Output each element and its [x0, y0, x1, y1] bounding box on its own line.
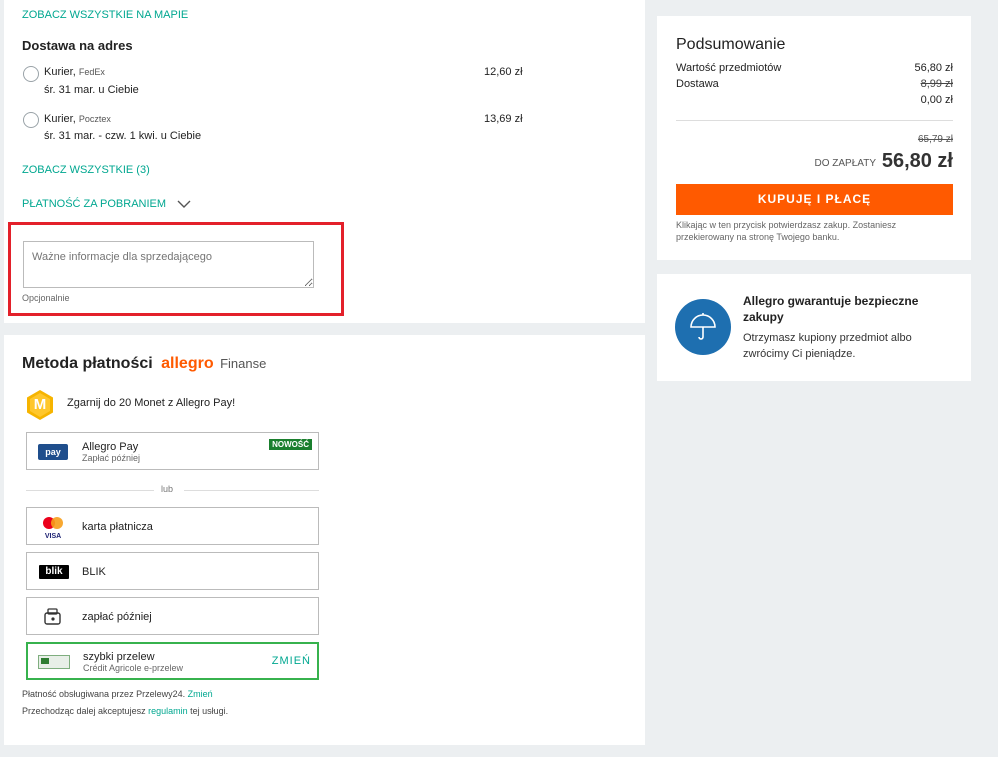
payment-option-card[interactable]: VISA karta płatnicza	[26, 507, 319, 545]
payment-footer-line1: Płatność obsługiwana przez Przelewy24. Z…	[22, 689, 213, 699]
delivery-date: śr. 31 mar. - czw. 1 kwi. u Ciebie	[44, 130, 202, 142]
blik-icon: blik	[39, 565, 69, 579]
disclaimer-line2: przekierowany na stronę Twojego banku.	[676, 232, 840, 242]
divider-line-left	[26, 490, 154, 491]
card-label: karta płatnicza	[82, 521, 153, 533]
chevron-down-icon	[177, 200, 191, 208]
payment-panel: Metoda płatności allegro Finanse M Zgarn…	[4, 335, 645, 745]
guarantee-text-1: Otrzymasz kupiony przedmiot albo	[743, 332, 912, 344]
delivery-option-fedex[interactable]: Kurier, FedEx	[44, 66, 105, 78]
shipping-new-price: 0,00 zł	[920, 94, 953, 106]
payment-footer-line2: Przechodząc dalej akceptujesz regulamin …	[22, 706, 229, 716]
guarantee-panel: Allegro gwarantuje bezpieczne zakupy Otr…	[657, 274, 971, 381]
see-all-on-map-link[interactable]: ZOBACZ WSZYSTKIE NA MAPIE	[22, 9, 188, 21]
allegro-pay-sub: Zapłać później	[82, 453, 141, 463]
visa-text: VISA	[44, 533, 62, 540]
change-provider-link[interactable]: Zmień	[188, 689, 213, 699]
delivery-date: śr. 31 mar. u Ciebie	[44, 84, 139, 96]
or-divider: lub	[161, 484, 174, 494]
delivery-price: 13,69 zł	[484, 113, 523, 125]
guarantee-title-1: Allegro gwarantuje bezpieczne	[743, 294, 919, 308]
coin-icon: M	[24, 389, 56, 421]
see-all-link[interactable]: ZOBACZ WSZYSTKIE (3)	[22, 164, 150, 176]
payment-heading: Metoda płatności	[22, 355, 153, 372]
delivery-method: Kurier,	[44, 113, 76, 125]
delivery-carrier: Pocztex	[78, 114, 111, 124]
allegro-logo: allegro	[161, 355, 214, 372]
items-value: 56,80 zł	[914, 62, 953, 74]
allegro-pay-name: Allegro Pay	[82, 441, 139, 453]
payment-option-allegro-pay[interactable]: pay Allegro Pay Zapłać później NOWOŚĆ	[26, 432, 319, 470]
summary-panel: Podsumowanie Wartość przedmiotów 56,80 z…	[657, 16, 971, 260]
total-old-price: 65,79 zł	[917, 134, 953, 145]
delivery-price: 12,60 zł	[484, 66, 523, 78]
shipping-old-price: 8,99 zł	[920, 78, 953, 90]
summary-title: Podsumowanie	[676, 36, 786, 53]
delivery-method: Kurier,	[44, 66, 76, 78]
delivery-carrier: FedEx	[78, 67, 105, 77]
guarantee-text-2: zwrócimy Ci pieniądze.	[743, 348, 856, 360]
new-badge: NOWOŚĆ	[269, 439, 312, 450]
radio-pocztex[interactable]	[23, 112, 39, 128]
coins-promo-text: Zgarnij do 20 Monet z Allegro Pay!	[67, 397, 236, 409]
payment-option-pay-later[interactable]: zapłać później	[26, 597, 319, 635]
shipping-label: Dostawa	[676, 78, 719, 90]
card-icon: VISA	[39, 516, 67, 540]
umbrella-icon	[675, 299, 731, 355]
guarantee-title-2: zakupy	[743, 310, 784, 324]
bank-transfer-icon	[38, 655, 70, 669]
terms-link[interactable]: regulamin	[148, 706, 188, 716]
allegro-pay-icon: pay	[38, 444, 68, 460]
change-link[interactable]: ZMIEŃ	[272, 655, 311, 667]
radio-fedex[interactable]	[23, 66, 39, 82]
wallet-icon	[43, 607, 71, 627]
payment-header: Metoda płatności allegro Finanse	[22, 355, 266, 373]
disclaimer-line1: Klikając w ten przycisk potwierdzasz zak…	[676, 220, 897, 230]
cod-label: PŁATNOŚĆ ZA POBRANIEM	[22, 198, 167, 210]
to-pay-label: DO ZAPŁATY	[814, 158, 877, 169]
payment-option-quick-transfer[interactable]: szybki przelew Crédit Agricole e-przelew…	[26, 642, 319, 680]
cash-on-delivery-toggle[interactable]: PŁATNOŚĆ ZA POBRANIEM	[22, 198, 191, 210]
total-price: 56,80 zł	[881, 150, 953, 172]
delivery-option-pocztex[interactable]: Kurier, Pocztex	[44, 113, 111, 125]
payment-option-blik[interactable]: blik BLIK	[26, 552, 319, 590]
quick-transfer-bank: Crédit Agricole e-przelew	[83, 663, 184, 673]
finanse-label: Finanse	[220, 356, 267, 371]
summary-divider	[676, 120, 953, 121]
delivery-panel: ZOBACZ WSZYSTKIE NA MAPIE Dostawa na adr…	[4, 0, 645, 323]
pay-later-label: zapłać później	[82, 611, 152, 623]
items-value-label: Wartość przedmiotów	[676, 62, 782, 74]
buy-and-pay-button[interactable]: KUPUJĘ I PŁACĘ	[676, 184, 953, 215]
divider-line-right	[184, 490, 319, 491]
note-optional-hint: Opcjonalnie	[22, 293, 70, 303]
seller-note-input[interactable]	[23, 241, 314, 288]
delivery-address-heading: Dostawa na adres	[22, 38, 133, 53]
blik-label: BLIK	[82, 566, 106, 578]
quick-transfer-name: szybki przelew	[83, 651, 155, 663]
